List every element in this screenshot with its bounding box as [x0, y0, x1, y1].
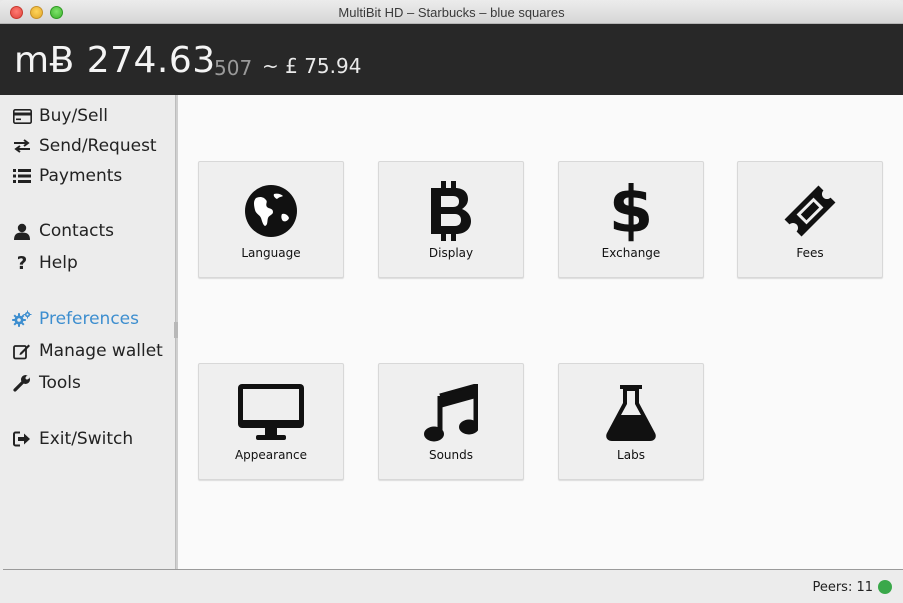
music-icon [379, 382, 523, 444]
sidebar: Buy/Sell Send/Request Payments Contacts … [3, 95, 175, 569]
labs-tile[interactable]: Labs [558, 363, 704, 480]
sidebar-item-label: Contacts [39, 221, 114, 241]
fees-tile[interactable]: Fees [737, 161, 883, 278]
exchange-arrows-icon [12, 136, 32, 156]
flask-icon [559, 382, 703, 444]
ticket-icon [738, 180, 882, 242]
sidebar-item-label: Tools [39, 373, 81, 393]
gears-icon [12, 309, 32, 329]
exchange-tile[interactable]: $ Exchange [558, 161, 704, 278]
tile-label: Language [241, 246, 301, 260]
tile-label: Appearance [234, 448, 308, 462]
balance-fiat: ~ £ 75.94 [262, 54, 362, 78]
balance-primary: mɃ 274.63 [14, 40, 216, 81]
bitcoin-icon [379, 180, 523, 242]
sidebar-item-label: Manage wallet [39, 341, 163, 361]
network-status-indicator [878, 580, 892, 594]
dollar-icon: $ [608, 174, 654, 248]
display-tile[interactable]: Display [378, 161, 524, 278]
balance-secondary-digits: 507 [214, 56, 253, 80]
tile-label: Labs [617, 448, 645, 462]
credit-card-icon [12, 106, 32, 126]
list-icon [12, 166, 32, 186]
tile-label: Sounds [428, 448, 474, 462]
app-window: MultiBit HD – Starbucks – blue squares m… [0, 0, 903, 603]
question-icon: ? [16, 252, 28, 274]
edit-icon [12, 341, 32, 361]
sidebar-item-label: Buy/Sell [39, 106, 108, 126]
sidebar-item-contacts[interactable]: Contacts [12, 220, 114, 242]
sidebar-item-label: Preferences [39, 309, 139, 329]
language-tile[interactable]: Language [198, 161, 344, 278]
window-title: MultiBit HD – Starbucks – blue squares [338, 5, 565, 20]
desktop-icon [199, 382, 343, 444]
sidebar-item-preferences[interactable]: Preferences [12, 308, 139, 330]
tile-label: Fees [796, 246, 824, 260]
tile-label: Display [428, 246, 474, 260]
status-bar: Peers: 11 [3, 569, 903, 603]
sign-out-icon [12, 429, 32, 449]
sidebar-item-label: Send/Request [39, 136, 157, 156]
sidebar-item-exit-switch[interactable]: Exit/Switch [12, 428, 133, 450]
preferences-panel: Language Display $ Exchange Fees Appeara… [178, 95, 903, 569]
sidebar-item-buy-sell[interactable]: Buy/Sell [12, 105, 108, 127]
sidebar-item-manage-wallet[interactable]: Manage wallet [12, 340, 163, 362]
sidebar-item-help[interactable]: ? Help [12, 252, 78, 274]
sounds-tile[interactable]: Sounds [378, 363, 524, 480]
title-bar: MultiBit HD – Starbucks – blue squares [0, 0, 903, 24]
sidebar-item-payments[interactable]: Payments [12, 165, 122, 187]
sidebar-item-label: Exit/Switch [39, 429, 134, 449]
balance-header: mɃ 274.63 507 ~ £ 75.94 [0, 24, 903, 95]
sidebar-item-label: Help [39, 253, 78, 273]
user-icon [12, 221, 32, 241]
globe-icon [199, 180, 343, 242]
sidebar-item-tools[interactable]: Tools [12, 372, 81, 394]
sidebar-item-label: Payments [39, 166, 123, 186]
wrench-icon [12, 373, 32, 393]
sidebar-item-send-request[interactable]: Send/Request [12, 135, 157, 157]
appearance-tile[interactable]: Appearance [198, 363, 344, 480]
peers-count: Peers: 11 [812, 580, 873, 595]
tile-label: Exchange [601, 246, 661, 260]
